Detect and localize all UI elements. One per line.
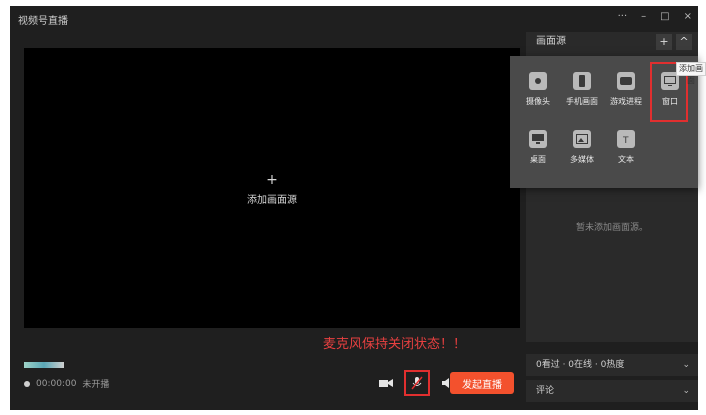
live-status: 00:00:00 未开播	[24, 377, 109, 390]
plus-icon: +	[266, 172, 278, 188]
add-source-label: 添加画面源	[247, 195, 297, 206]
source-option-label: 桌面	[530, 155, 546, 164]
desktop-icon	[529, 130, 547, 148]
mic-off-icon	[411, 376, 423, 390]
source-option-label: 游戏进程	[610, 97, 642, 106]
sources-title: 画面源	[536, 36, 566, 47]
add-source-prompt[interactable]: + 添加画面源	[24, 173, 520, 206]
close-icon[interactable]: ×	[684, 11, 692, 22]
webcam-icon	[529, 72, 547, 90]
media-controls	[378, 370, 456, 396]
comments-title: 评论	[536, 386, 555, 396]
media-icon	[573, 130, 591, 148]
comments-row[interactable]: 评论 ⌄	[526, 380, 698, 402]
window-controls: ··· – □ ×	[618, 11, 692, 22]
source-option-webcam[interactable]: 摄像头	[518, 72, 558, 107]
phone-icon	[573, 72, 591, 90]
add-source-button[interactable]: +	[656, 34, 672, 50]
more-icon[interactable]: ···	[618, 11, 628, 22]
camera-icon[interactable]	[378, 375, 394, 391]
game-icon	[617, 72, 635, 90]
maximize-icon[interactable]: □	[660, 11, 669, 22]
chevron-down-icon[interactable]: ⌄	[682, 354, 690, 376]
source-option-game[interactable]: 游戏进程	[606, 72, 646, 107]
minimize-icon[interactable]: –	[641, 11, 646, 22]
start-live-button[interactable]: 发起直播	[450, 372, 514, 394]
live-stream-app: 视频号直播 ··· – □ × + 添加画面源 麦克风保持关闭状态！！ 00:0…	[10, 6, 706, 410]
source-option-text[interactable]: T 文本	[606, 130, 646, 165]
stats-row[interactable]: 0看过 · 0在线 · 0热度 ⌄	[526, 354, 698, 376]
live-state: 未开播	[82, 380, 110, 390]
preview-canvas[interactable]: + 添加画面源	[24, 48, 520, 328]
sources-header: 画面源 + ^	[526, 32, 698, 52]
live-timer: 00:00:00	[36, 378, 77, 389]
sources-empty-text: 暂未添加画面源。	[575, 223, 648, 233]
sources-header-actions: + ^	[656, 34, 692, 50]
source-option-desktop[interactable]: 桌面	[518, 130, 558, 165]
text-icon: T	[617, 130, 635, 148]
source-option-phone[interactable]: 手机画面	[562, 72, 602, 107]
source-option-label: 手机画面	[566, 97, 598, 106]
add-source-tooltip: 添加画面	[676, 62, 706, 85]
source-option-media[interactable]: 多媒体	[562, 130, 602, 165]
status-dot-icon	[24, 380, 30, 387]
collapse-sources-button[interactable]: ^	[676, 34, 692, 50]
stats-text: 0看过 · 0在线 · 0热度	[536, 360, 625, 370]
chevron-down-icon[interactable]: ⌄	[682, 380, 690, 402]
source-option-label: 多媒体	[570, 155, 594, 164]
source-option-label: 摄像头	[526, 97, 550, 106]
mic-toggle-button[interactable]	[404, 370, 430, 396]
mic-warning-annotation: 麦克风保持关闭状态！！	[323, 337, 467, 352]
user-avatar-placeholder	[24, 362, 64, 368]
source-option-label: 文本	[618, 155, 634, 164]
window-title: 视频号直播	[18, 16, 68, 27]
svg-text:T: T	[622, 136, 629, 144]
